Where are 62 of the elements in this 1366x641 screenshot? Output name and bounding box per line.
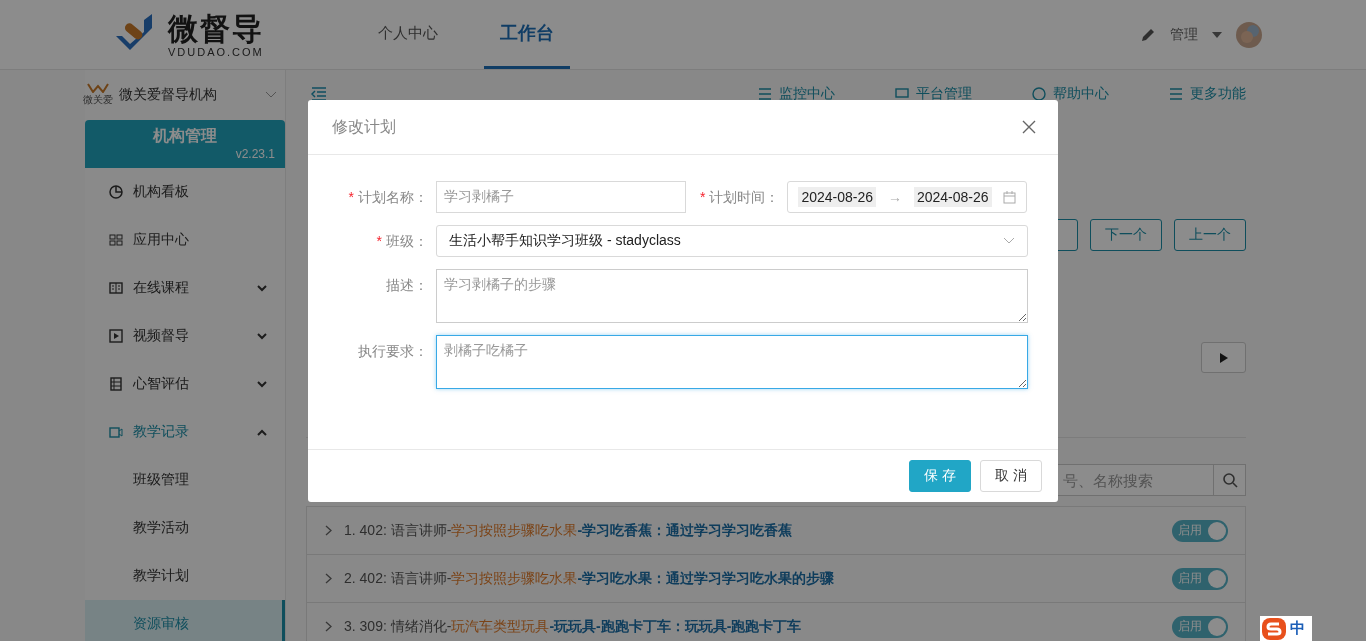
date-range-field[interactable]: 2024-08-26 → 2024-08-26 [787, 181, 1028, 213]
toggle-switch[interactable]: 启用 [1172, 615, 1228, 638]
sidebar-item[interactable]: 应用中心 [85, 216, 285, 264]
sidebar-subitem[interactable]: 教学计划 [85, 552, 285, 600]
row-title: 1. 402: 语言讲师-学习按照步骤吃水果-学习吃香蕉：通过学习学习吃香蕉 [344, 521, 793, 540]
search-icon [1221, 472, 1238, 488]
nav-button[interactable]: 下一个 [1090, 219, 1162, 251]
sidebar-item[interactable]: 心智评估 [85, 360, 285, 408]
dialog-title: 修改计划 [332, 116, 396, 137]
cancel-button[interactable]: 取 消 [980, 460, 1042, 492]
row-title: 2. 402: 语言讲师-学习按照步骤吃水果-学习吃水果：通过学习学习吃水果的步骤 [344, 569, 835, 588]
sidebar-item[interactable]: 教学记录 [85, 408, 285, 456]
toggle-switch[interactable]: 启用 [1172, 519, 1228, 542]
monitor-icon[interactable] [895, 87, 909, 101]
list-icon[interactable] [758, 87, 772, 101]
field-label: 执行要求： [358, 342, 428, 361]
toolbar-link[interactable]: 平台管理 [895, 85, 972, 103]
pencil-icon[interactable] [1140, 26, 1156, 43]
save-button[interactable]: 保 存 [909, 460, 972, 492]
nav-button[interactable]: 上一个 [1174, 219, 1246, 251]
help-icon[interactable] [1032, 87, 1046, 101]
sidebar-subitem[interactable]: 班级管理 [85, 456, 285, 504]
collapse-menu-icon[interactable] [311, 87, 327, 101]
play-icon [1219, 352, 1228, 363]
nav-tab[interactable]: 个人中心 [362, 0, 454, 69]
search-button[interactable] [1214, 464, 1246, 496]
row-title: 3. 309: 情绪消化-玩汽车类型玩具-玩玩具-跑跑卡丁车：玩玩具-跑跑卡丁车 [344, 617, 802, 636]
banner-title: 机构管理 [153, 126, 217, 146]
sidebar-item[interactable]: 视频督导 [85, 312, 285, 360]
org-selector[interactable]: 微关爱 微关爱督导机构 [85, 70, 285, 120]
select-field[interactable]: 生活小帮手知识学习班级 - stadyclass [436, 225, 1028, 257]
toolbar-link[interactable]: 监控中心 [758, 85, 835, 103]
required-mark: * [348, 188, 354, 207]
toolbar-link[interactable]: 更多功能 [1169, 85, 1246, 103]
play-button[interactable] [1201, 342, 1246, 373]
required-mark: * [376, 232, 382, 251]
version-label: v2.23.1 [235, 147, 275, 161]
avatar[interactable] [1236, 21, 1262, 48]
field-label: 计划名称： [358, 188, 428, 207]
text-area[interactable]: 学习剥橘子的步骤 [436, 269, 1028, 323]
text-area[interactable]: 剥橘子吃橘子 [436, 335, 1028, 389]
org-logo: 微关爱 [85, 83, 111, 107]
caret-icon[interactable] [1212, 31, 1222, 38]
toolbar-link[interactable]: 帮助中心 [1032, 85, 1109, 103]
chevron-icon[interactable] [265, 91, 277, 99]
close-icon[interactable] [1022, 120, 1036, 134]
logo-subtitle: VDUDAO.COM [168, 45, 264, 58]
sidebar-subitem[interactable]: 资源审核 [85, 600, 285, 641]
nav-tab[interactable]: 工作台 [484, 0, 570, 69]
field-label: 计划时间： [709, 188, 780, 207]
user-menu[interactable]: 管理 [1170, 25, 1198, 44]
input-field[interactable]: 学习剥橘子 [436, 181, 686, 213]
required-mark: * [700, 188, 706, 207]
sidebar-item[interactable]: 机构看板 [85, 168, 285, 216]
ime-indicator[interactable]: 中 [1260, 616, 1312, 641]
sidebar-item[interactable]: 在线课程 [85, 264, 285, 312]
logo-text: 微督导 [168, 11, 264, 46]
toggle-switch[interactable]: 启用 [1172, 567, 1228, 590]
chevron-icon[interactable] [1003, 237, 1015, 245]
field-label: 班级： [386, 232, 428, 251]
sidebar-subitem[interactable]: 教学活动 [85, 504, 285, 552]
field-label: 描述： [386, 276, 428, 295]
